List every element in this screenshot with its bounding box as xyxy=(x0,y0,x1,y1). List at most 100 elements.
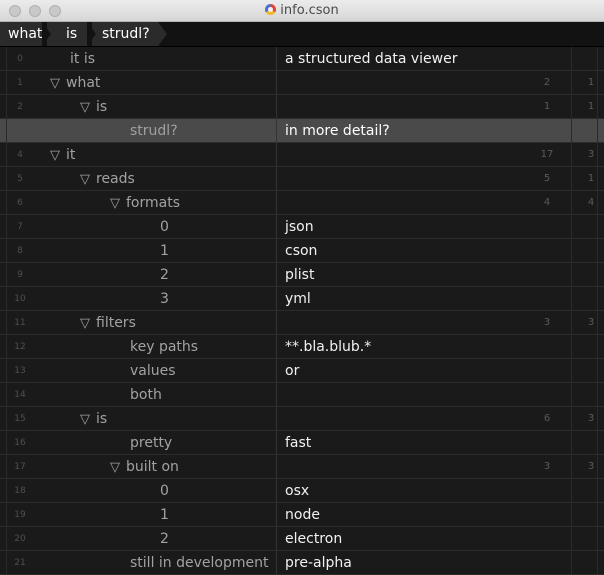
disclosure-triangle-icon[interactable]: ▽ xyxy=(80,316,90,331)
disclosure-triangle-icon[interactable]: ▽ xyxy=(80,172,90,187)
row-key-label: formats xyxy=(126,195,181,211)
row-key-label: 0 xyxy=(160,219,169,235)
disclosure-triangle-icon[interactable]: ▽ xyxy=(110,460,120,475)
row-key-label: values xyxy=(130,363,176,379)
tree-row[interactable]: 20 2 electron xyxy=(0,527,604,551)
row-key: ▽ filters xyxy=(0,311,356,336)
column-divider xyxy=(276,335,277,359)
breadcrumb-label: strudl? xyxy=(102,26,150,42)
descendant-count: 5 xyxy=(543,173,551,184)
tree-row[interactable]: 18 0 osx xyxy=(0,479,604,503)
row-key: pretty xyxy=(0,431,406,455)
row-key-label: strudl? xyxy=(130,123,178,139)
row-value: **.bla.blub.* xyxy=(285,339,372,355)
child-count: 3 xyxy=(587,149,595,160)
child-count: 4 xyxy=(587,197,595,208)
tree-row[interactable]: 7 0 json xyxy=(0,215,604,239)
column-divider xyxy=(276,407,277,431)
row-key: 1 xyxy=(0,503,436,527)
column-divider xyxy=(571,287,572,311)
tree-row[interactable]: 5 ▽ reads 5 1 xyxy=(0,167,604,191)
column-divider xyxy=(571,455,572,479)
column-divider xyxy=(571,335,572,359)
row-key: 0 xyxy=(0,215,436,239)
row-value: a structured data viewer xyxy=(285,51,458,67)
row-value: electron xyxy=(285,531,343,547)
tree-row[interactable]: 11 ▽ filters 3 3 xyxy=(0,311,604,335)
column-divider xyxy=(276,551,277,575)
column-divider xyxy=(276,455,277,479)
column-divider xyxy=(276,431,277,455)
row-key: ▽ is xyxy=(0,95,356,120)
window-title: info.cson xyxy=(0,3,604,18)
row-key: ▽ reads xyxy=(0,167,356,192)
column-divider xyxy=(276,167,277,191)
table-left-edge xyxy=(6,47,7,575)
breadcrumb-item-is[interactable]: is xyxy=(47,22,96,46)
row-key: ▽ formats xyxy=(0,191,386,216)
row-value: cson xyxy=(285,243,318,259)
column-divider xyxy=(571,503,572,527)
tree-row[interactable]: 13 values or xyxy=(0,359,604,383)
breadcrumb: what is strudl? xyxy=(0,22,604,47)
tree-row[interactable]: 16 pretty fast xyxy=(0,431,604,455)
row-key: both xyxy=(0,383,406,407)
window-title-text: info.cson xyxy=(280,3,339,18)
row-key: ▽ is xyxy=(0,407,356,432)
disclosure-triangle-icon[interactable]: ▽ xyxy=(80,100,90,115)
column-divider xyxy=(276,287,277,311)
row-key-label: still in development xyxy=(130,555,269,571)
column-divider xyxy=(571,143,572,167)
column-divider xyxy=(571,311,572,335)
column-divider xyxy=(276,191,277,215)
tree-row[interactable]: 12 key paths **.bla.blub.* xyxy=(0,335,604,359)
disclosure-triangle-icon[interactable]: ▽ xyxy=(50,148,60,163)
tree-row[interactable]: 6 ▽ formats 4 4 xyxy=(0,191,604,215)
row-key-label: is xyxy=(96,99,108,115)
row-key-label: is xyxy=(96,411,108,427)
tree-row[interactable]: 15 ▽ is 6 3 xyxy=(0,407,604,431)
breadcrumb-separator xyxy=(42,22,51,46)
tree-row[interactable]: 19 1 node xyxy=(0,503,604,527)
tree-row[interactable]: 14 both xyxy=(0,383,604,407)
column-divider xyxy=(571,551,572,575)
row-key: 3 xyxy=(0,287,436,311)
descendant-count: 4 xyxy=(543,197,551,208)
disclosure-triangle-icon[interactable]: ▽ xyxy=(110,196,120,211)
breadcrumb-item-strudl[interactable]: strudl? xyxy=(92,22,167,46)
column-divider xyxy=(276,95,277,119)
breadcrumb-item-what[interactable]: what xyxy=(0,22,51,46)
tree-row[interactable]: 17 ▽ built on 3 3 xyxy=(0,455,604,479)
row-value: yml xyxy=(285,291,311,307)
row-key: values xyxy=(0,359,406,383)
tree-row[interactable]: 21 still in development pre-alpha xyxy=(0,551,604,575)
row-key: 2 xyxy=(0,527,436,551)
column-divider xyxy=(571,407,572,431)
child-count: 1 xyxy=(587,77,595,88)
tree-row[interactable]: 2 ▽ is 1 1 xyxy=(0,95,604,119)
row-key: 2 xyxy=(0,263,436,287)
column-divider xyxy=(276,503,277,527)
data-tree-table: 0 it is a structured data viewer 1 ▽ what 2 1 2 ▽… xyxy=(0,47,604,575)
row-value: pre-alpha xyxy=(285,555,352,571)
column-divider xyxy=(276,311,277,335)
column-divider xyxy=(276,479,277,503)
disclosure-triangle-icon[interactable]: ▽ xyxy=(80,412,90,427)
disclosure-triangle-icon[interactable]: ▽ xyxy=(50,76,60,91)
tree-row[interactable]: 1 ▽ what 2 1 xyxy=(0,71,604,95)
tree-row[interactable]: 9 2 plist xyxy=(0,263,604,287)
row-key: 1 xyxy=(0,239,436,263)
child-count: 1 xyxy=(587,173,595,184)
column-divider xyxy=(571,119,572,143)
tree-row[interactable]: 4 ▽ it 17 3 xyxy=(0,143,604,167)
row-key-label: 3 xyxy=(160,291,169,307)
column-divider xyxy=(571,479,572,503)
descendant-count: 2 xyxy=(543,77,551,88)
tree-row[interactable]: strudl? in more detail? xyxy=(0,119,604,143)
tree-row[interactable]: 0 it is a structured data viewer xyxy=(0,47,604,71)
tree-row[interactable]: 10 3 yml xyxy=(0,287,604,311)
tree-row[interactable]: 8 1 cson xyxy=(0,239,604,263)
child-count: 3 xyxy=(587,461,595,472)
descendant-count: 6 xyxy=(543,413,551,424)
column-divider xyxy=(571,191,572,215)
